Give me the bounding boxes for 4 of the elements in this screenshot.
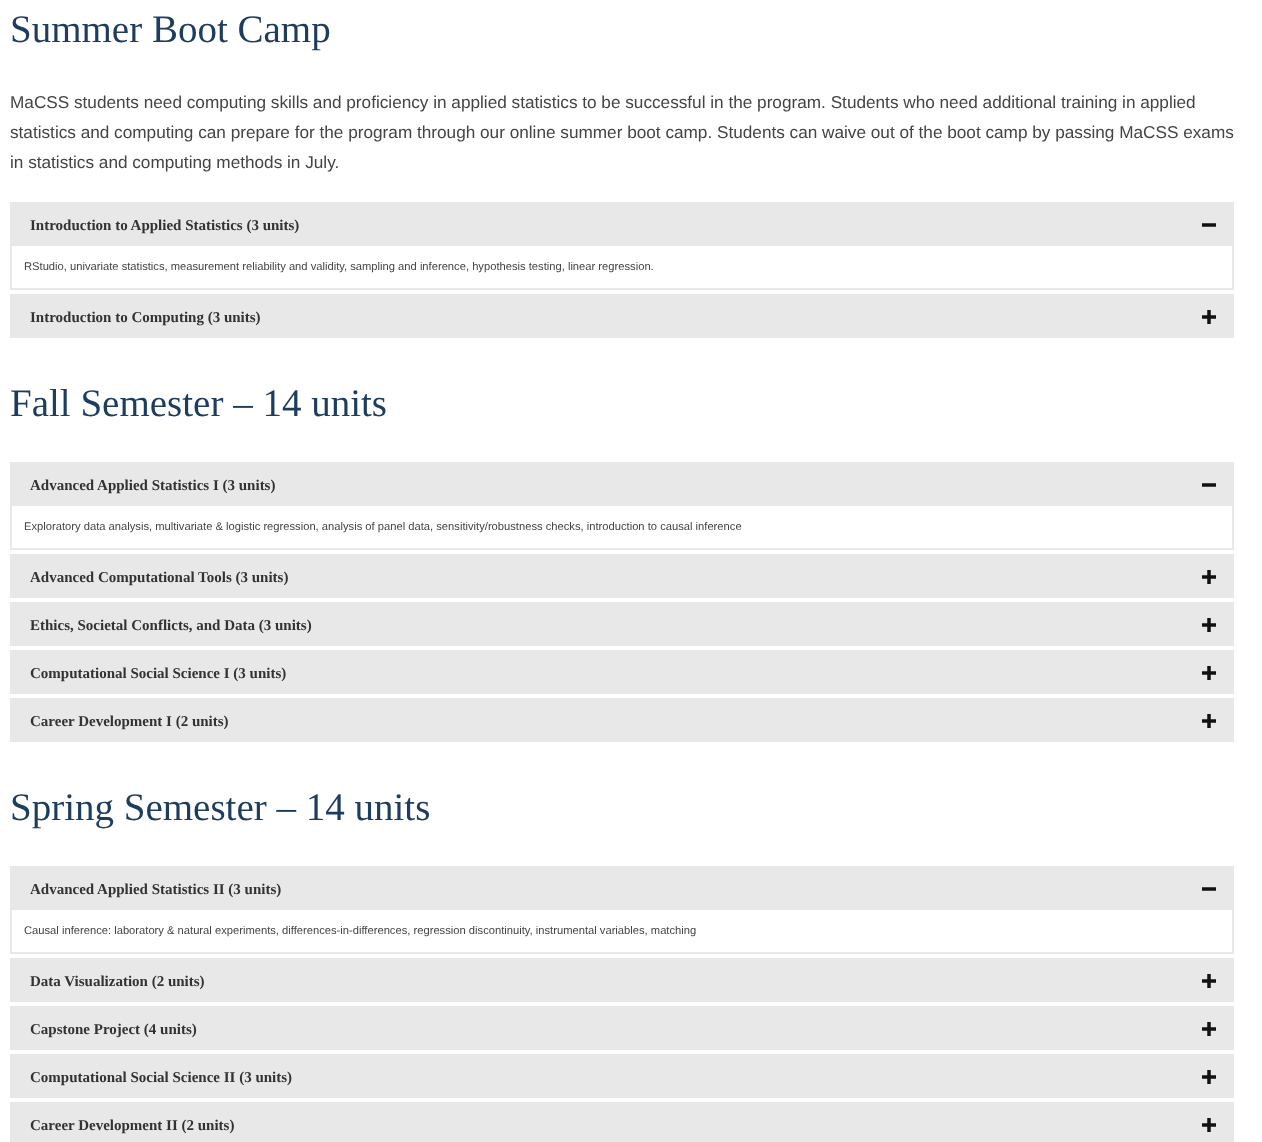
section-heading: Spring Semester – 14 units <box>10 786 433 834</box>
intro-paragraph: MaCSS students need computing skills and proficiency in applied statistics to be successful in the program. Students who need additional training in applied statistics and computing can prepare for the program through our online summer boot camp. Students can waive out of the boot camp by passing MaCSS exams in statistics and computing methods in July. <box>10 90 1236 176</box>
section-heading: Fall Semester – 14 units <box>10 382 389 430</box>
section-heading: Summer Boot Camp <box>10 8 333 56</box>
